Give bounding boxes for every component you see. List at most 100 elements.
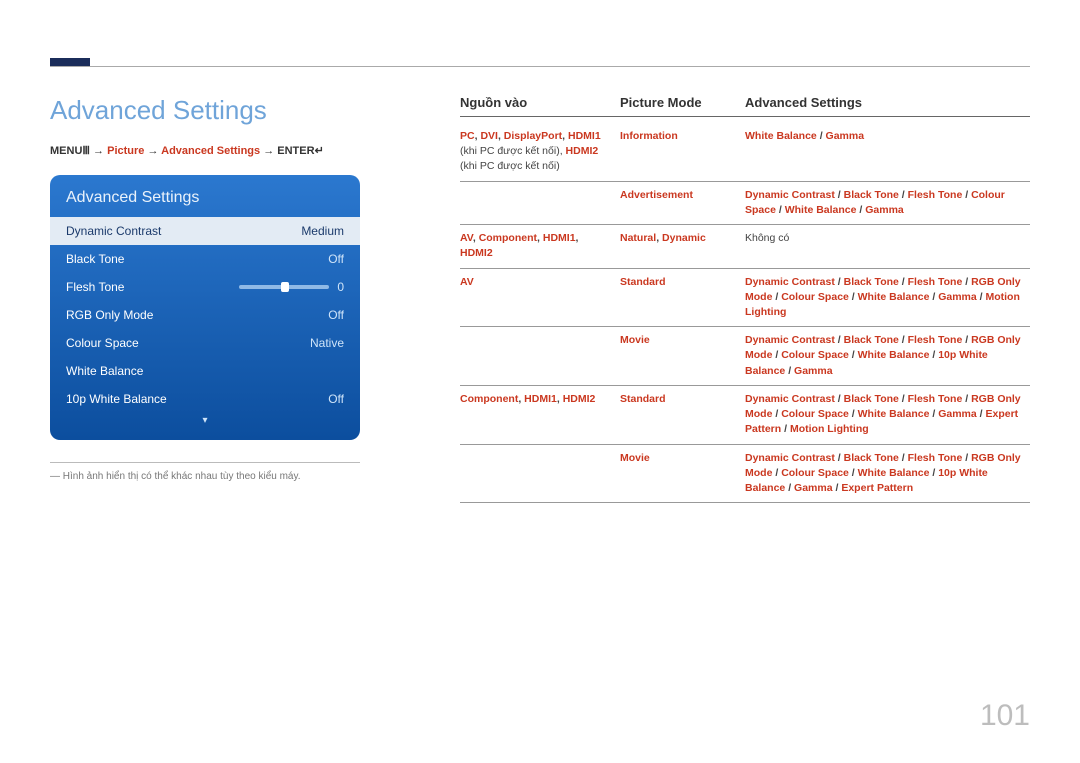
table-text-fragment: Motion Lighting	[790, 423, 869, 435]
table-text-fragment: /	[849, 467, 858, 479]
table-text-fragment: HDMI1	[568, 130, 601, 142]
table-header-row: Nguồn vào Picture Mode Advanced Settings	[460, 95, 1030, 117]
table-text-fragment: Flesh Tone	[908, 393, 963, 405]
table-text-fragment: Component	[479, 232, 537, 244]
breadcrumb-arrow-2: →	[147, 145, 161, 157]
osd-row-label: Dynamic Contrast	[66, 224, 161, 238]
table-text-fragment: /	[899, 393, 908, 405]
left-column: Advanced Settings MENUⅢ → Picture → Adva…	[50, 95, 430, 503]
table-text-fragment: PC	[460, 130, 475, 142]
table-cell	[460, 333, 620, 379]
table-text-fragment: /	[962, 452, 971, 464]
table-text-fragment: /	[929, 467, 938, 479]
breadcrumb-menu: MENU	[50, 145, 82, 157]
table-text-fragment: Movie	[620, 452, 650, 464]
table-text-fragment: Black Tone	[844, 276, 899, 288]
table-text-fragment: Gamma	[938, 408, 977, 420]
osd-row[interactable]: White Balance	[50, 357, 360, 385]
table-header-advanced: Advanced Settings	[745, 95, 1030, 110]
table-text-fragment: /	[929, 291, 938, 303]
table-text-fragment: /	[856, 204, 865, 216]
table-cell: AV, Component, HDMI1, HDMI2	[460, 231, 620, 261]
table-text-fragment: White Balance	[785, 204, 857, 216]
table-text-fragment: /	[899, 452, 908, 464]
page-number: 101	[980, 699, 1030, 733]
table-text-fragment: White Balance	[745, 130, 817, 142]
table-text-fragment: /	[835, 334, 844, 346]
table-cell: Dynamic Contrast / Black Tone / Flesh To…	[745, 451, 1030, 497]
osd-row-label: White Balance	[66, 364, 143, 378]
osd-row-value: Off	[328, 252, 344, 266]
table-text-fragment: /	[772, 291, 781, 303]
table-text-fragment: /	[899, 276, 908, 288]
table-cell	[460, 451, 620, 497]
table-text-fragment: Gamma	[865, 204, 904, 216]
osd-row[interactable]: Dynamic ContrastMedium	[50, 217, 360, 245]
osd-row-label: Colour Space	[66, 336, 139, 350]
table-cell: Không có	[745, 231, 1030, 261]
osd-row[interactable]: Colour Space Native	[50, 329, 360, 357]
table-text-fragment: HDMI2	[460, 247, 493, 259]
table-text-fragment: Gamma	[794, 482, 833, 494]
osd-row[interactable]: Black ToneOff	[50, 245, 360, 273]
osd-title: Advanced Settings	[50, 183, 360, 217]
table-cell: Standard	[620, 392, 745, 438]
table-cell: Dynamic Contrast / Black Tone / Flesh To…	[745, 188, 1030, 218]
osd-row-label: 10p White Balance	[66, 392, 167, 406]
table-cell: AV	[460, 275, 620, 321]
table-text-fragment: HDMI2	[566, 145, 599, 157]
table-text-fragment: /	[772, 408, 781, 420]
table-text-fragment: DVI	[480, 130, 498, 142]
table-text-fragment: Dynamic Contrast	[745, 276, 835, 288]
table-text-fragment: Colour Space	[781, 291, 849, 303]
table-text-fragment: DisplayPort	[504, 130, 562, 142]
enter-icon: ↵	[315, 145, 324, 157]
table-text-fragment: Dynamic Contrast	[745, 189, 835, 201]
slider-track[interactable]	[239, 285, 329, 289]
osd-row-value: Native	[310, 336, 344, 350]
table-row: AVStandardDynamic Contrast / Black Tone …	[460, 269, 1030, 328]
table-cell: Component, HDMI1, HDMI2	[460, 392, 620, 438]
table-row: AdvertisementDynamic Contrast / Black To…	[460, 182, 1030, 225]
table-text-fragment: /	[772, 467, 781, 479]
table-text-fragment: /	[772, 349, 781, 361]
table-text-fragment: /	[899, 334, 908, 346]
table-text-fragment: /	[835, 393, 844, 405]
table-text-fragment: White Balance	[858, 408, 930, 420]
osd-panel: Advanced Settings Dynamic ContrastMedium…	[50, 175, 360, 440]
table-text-fragment: /	[785, 365, 794, 377]
osd-row[interactable]: RGB Only ModeOff	[50, 301, 360, 329]
table-text-fragment: Không có	[745, 232, 789, 244]
osd-slider[interactable]: 0	[124, 280, 344, 294]
table-text-fragment: White Balance	[858, 467, 930, 479]
table-text-fragment: /	[849, 408, 858, 420]
osd-row[interactable]: Flesh Tone0	[50, 273, 360, 301]
osd-row-value: Off	[328, 308, 344, 322]
table-text-fragment: Colour Space	[781, 467, 849, 479]
table-text-fragment: /	[849, 349, 858, 361]
table-text-fragment: Flesh Tone	[908, 276, 963, 288]
right-column: Nguồn vào Picture Mode Advanced Settings…	[460, 95, 1030, 503]
table-text-fragment: Colour Space	[781, 349, 849, 361]
table-text-fragment: /	[781, 423, 790, 435]
table-text-fragment: AV	[460, 276, 474, 288]
table-text-fragment: /	[929, 408, 938, 420]
osd-row[interactable]: 10p White BalanceOff	[50, 385, 360, 413]
table-row: Movie Dynamic Contrast / Black Tone / Fle…	[460, 445, 1030, 504]
table-text-fragment: Black Tone	[844, 393, 899, 405]
table-text-fragment: Component	[460, 393, 518, 405]
table-text-fragment: /	[962, 334, 971, 346]
table-cell: Information	[620, 129, 745, 175]
header-accent	[50, 58, 90, 66]
table-text-fragment: /	[835, 452, 844, 464]
table-text-fragment: Standard	[620, 393, 666, 405]
table-header-source: Nguồn vào	[460, 95, 620, 110]
table-text-fragment: White Balance	[858, 349, 930, 361]
breadcrumb-arrow-1: →	[93, 145, 107, 157]
table-text-fragment: Information	[620, 130, 678, 142]
breadcrumb: MENUⅢ → Picture → Advanced Settings → EN…	[50, 144, 430, 157]
table-text-fragment: ,	[576, 232, 579, 244]
table-cell: Advertisement	[620, 188, 745, 218]
table-row: AV, Component, HDMI1, HDMI2Natural, Dyna…	[460, 225, 1030, 268]
table-text-fragment: Colour Space	[781, 408, 849, 420]
